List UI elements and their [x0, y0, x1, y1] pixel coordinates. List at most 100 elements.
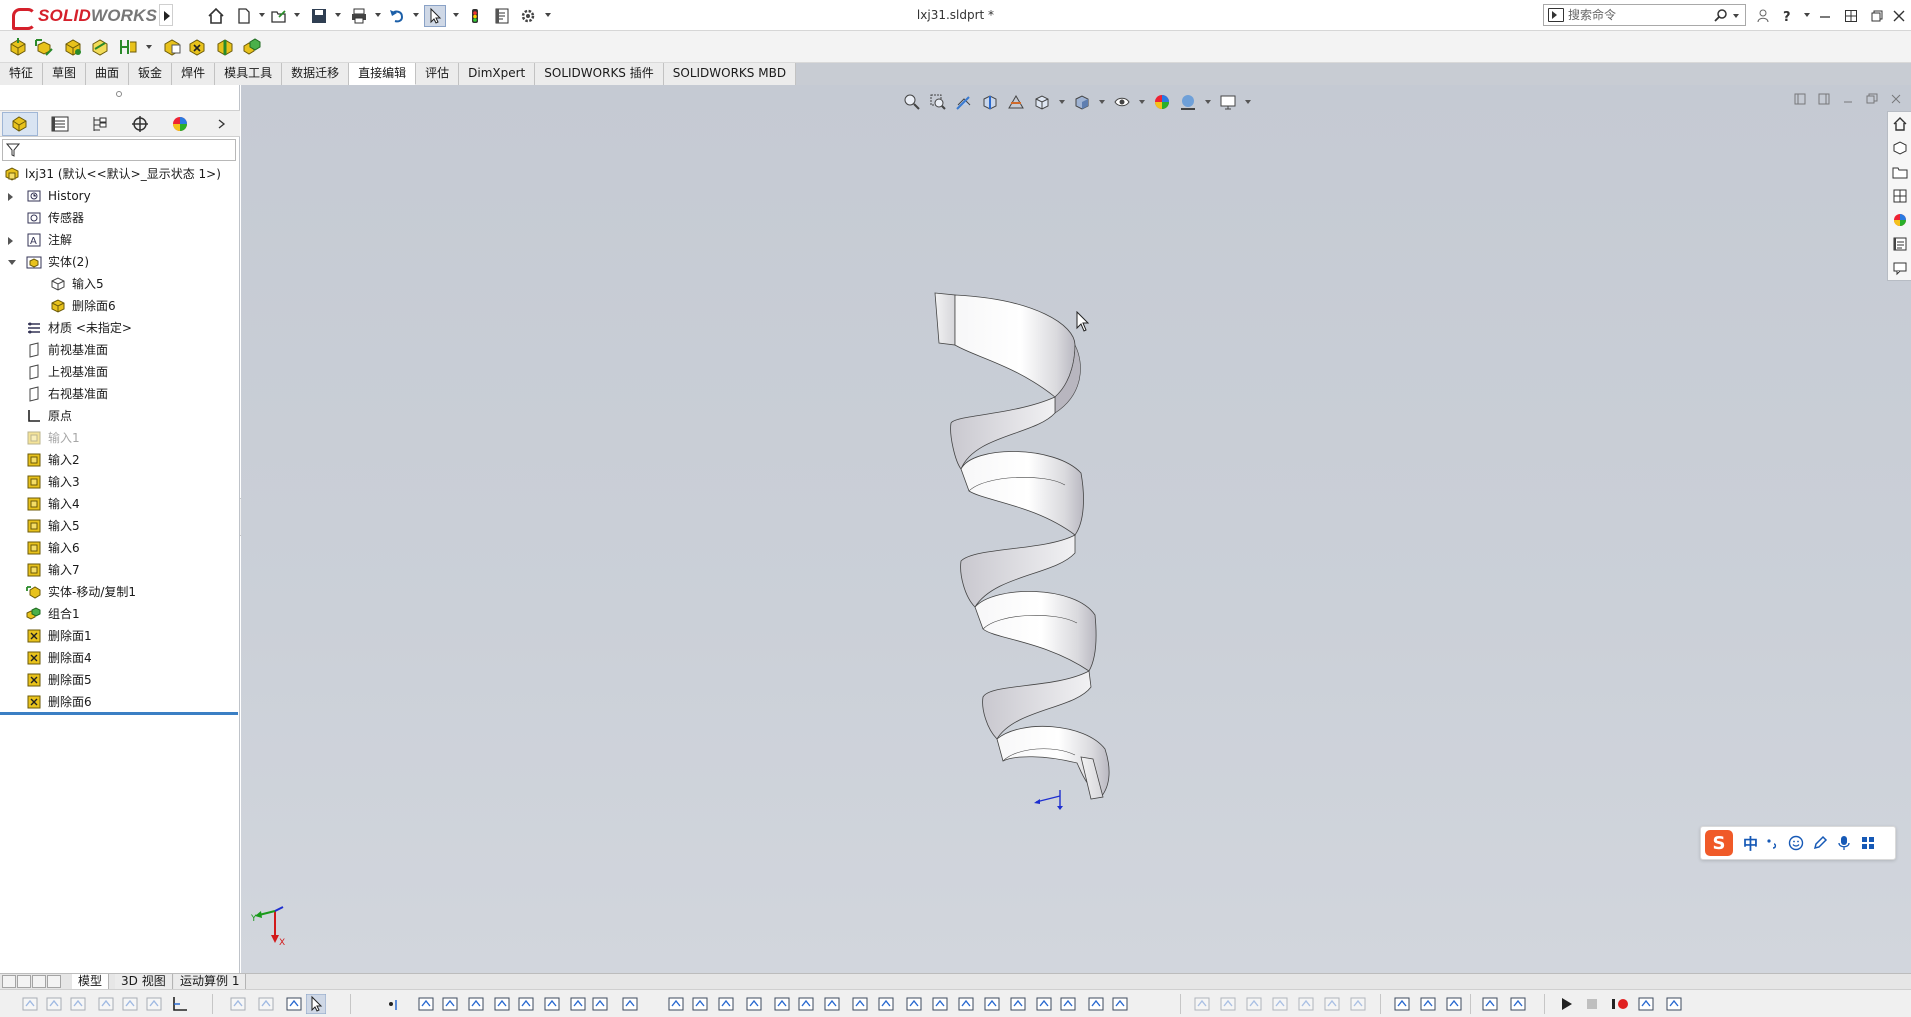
zoom-area-icon[interactable]	[772, 994, 792, 1014]
view-orientation-dropdown-icon[interactable]	[1059, 100, 1065, 104]
punctuation-icon[interactable]	[1762, 833, 1782, 853]
combine-body-icon[interactable]	[242, 37, 262, 57]
centerline-icon[interactable]	[96, 994, 116, 1014]
copy-4-icon[interactable]	[1270, 994, 1290, 1014]
viewport-minimize-icon[interactable]	[1839, 91, 1857, 107]
file-explorer-icon[interactable]	[1890, 162, 1910, 182]
construction-geometry-icon[interactable]	[120, 994, 140, 1014]
home-icon[interactable]	[205, 5, 227, 27]
tree-root[interactable]: lxj31 (默认<<默认>_显示状态 1>)	[0, 163, 240, 185]
next-tab-arrow-icon[interactable]	[32, 975, 46, 988]
emoji-icon[interactable]	[1786, 833, 1806, 853]
help-dropdown-icon[interactable]	[1804, 13, 1810, 17]
save-dropdown-icon[interactable]	[335, 13, 341, 17]
helix-part-model[interactable]	[925, 285, 1165, 815]
new-document-icon[interactable]	[233, 5, 255, 27]
tab-10[interactable]: SOLIDWORKS 插件	[535, 63, 664, 85]
tab-8[interactable]: 评估	[416, 63, 460, 85]
user-account-icon[interactable]	[1752, 5, 1774, 27]
filter-input[interactable]	[23, 141, 223, 159]
split-body-icon[interactable]	[118, 37, 138, 57]
arc-icon[interactable]	[850, 994, 870, 1014]
appearances-scenes-icon[interactable]	[1890, 210, 1910, 230]
dot-icon[interactable]	[568, 994, 588, 1014]
copy-2-icon[interactable]	[1218, 994, 1238, 1014]
viewport-restore-icon[interactable]	[1863, 91, 1881, 107]
play-icon[interactable]	[1556, 994, 1576, 1014]
close-icon[interactable]	[1888, 5, 1910, 27]
tree-item[interactable]: 删除面1	[0, 625, 240, 647]
grid-icon[interactable]	[690, 994, 710, 1014]
tree-item[interactable]: History	[0, 185, 240, 207]
sketch-chamfer-icon[interactable]	[1444, 994, 1464, 1014]
tab-7[interactable]: 直接编辑	[349, 63, 417, 85]
record-icon[interactable]	[1610, 994, 1630, 1014]
toolbox-grid-icon[interactable]	[1858, 833, 1878, 853]
file-properties-icon[interactable]	[491, 5, 513, 27]
tree-item[interactable]: A 注解	[0, 229, 240, 251]
previous-view-icon[interactable]	[953, 91, 975, 113]
display-style-icon[interactable]	[1071, 91, 1093, 113]
restore-icon[interactable]	[1866, 5, 1888, 27]
copy-3-icon[interactable]	[1244, 994, 1264, 1014]
viewport-tile-left-icon[interactable]	[1791, 91, 1809, 107]
tab-11[interactable]: SOLIDWORKS MBD	[663, 63, 797, 85]
tree-item[interactable]: 右视基准面	[0, 383, 240, 405]
solid-body-icon[interactable]	[63, 37, 83, 57]
cube-icon[interactable]	[492, 994, 512, 1014]
layer-1-icon[interactable]	[1480, 994, 1500, 1014]
sogou-ime-logo[interactable]: S	[1705, 830, 1733, 856]
previous-tab-arrow-icon[interactable]	[17, 975, 31, 988]
tree-item[interactable]: 实体(2)	[0, 251, 240, 273]
tab-2[interactable]: 曲面	[86, 63, 130, 85]
axis-icon[interactable]	[170, 994, 190, 1014]
dimension-icon[interactable]	[744, 994, 764, 1014]
angle-icon[interactable]	[716, 994, 736, 1014]
voice-input-icon[interactable]	[1834, 833, 1854, 853]
select-arrow-icon[interactable]	[306, 994, 326, 1014]
bottom-tab-2[interactable]: 运动算例 1	[174, 974, 247, 990]
tree-item[interactable]: 输入5	[0, 515, 240, 537]
split-dropdown-icon[interactable]	[146, 45, 152, 49]
macro-icon[interactable]	[1636, 994, 1656, 1014]
feature-filter[interactable]	[2, 139, 236, 161]
point-icon[interactable]	[384, 994, 404, 1014]
open-dropdown-icon[interactable]	[294, 13, 300, 17]
ruler-icon[interactable]	[876, 994, 896, 1014]
configuration-manager-tab[interactable]	[82, 112, 118, 136]
help-icon[interactable]: ?	[1776, 5, 1798, 27]
sketch-edit-icon[interactable]	[1392, 994, 1412, 1014]
view-settings-icon[interactable]	[1217, 91, 1239, 113]
snap-icon[interactable]	[1058, 994, 1078, 1014]
edit-macro-icon[interactable]	[1664, 994, 1684, 1014]
delete-face-tool-icon[interactable]	[162, 37, 182, 57]
expand-arrow-icon[interactable]	[8, 237, 13, 245]
spline-icon[interactable]	[516, 994, 536, 1014]
tree-item[interactable]: 删除面6	[0, 295, 240, 317]
layer-2-icon[interactable]	[1508, 994, 1528, 1014]
flag-icon[interactable]	[930, 994, 950, 1014]
tab-1[interactable]: 草图	[43, 63, 87, 85]
feature-manager-tab[interactable]	[2, 112, 38, 136]
tree-item[interactable]: 输入7	[0, 559, 240, 581]
circle-target-icon[interactable]	[666, 994, 686, 1014]
tree-item[interactable]: 上视基准面	[0, 361, 240, 383]
tree-item[interactable]: 删除面6	[0, 691, 240, 713]
tree-item[interactable]: 输入6	[0, 537, 240, 559]
print-icon[interactable]	[348, 5, 370, 27]
solidworks-logo[interactable]: SOLIDWORKS	[10, 5, 157, 30]
expand-arrow-icon[interactable]	[8, 193, 13, 201]
convert-icon[interactable]	[620, 994, 640, 1014]
tab-5[interactable]: 模具工具	[215, 63, 283, 85]
filter-edges-icon[interactable]	[284, 994, 304, 1014]
tree-item[interactable]: 实体-移动/复制1	[0, 581, 240, 603]
select-dropdown-icon[interactable]	[453, 13, 459, 17]
save-icon[interactable]	[308, 5, 330, 27]
replace-face-icon[interactable]	[215, 37, 235, 57]
move-copy-body-icon[interactable]	[34, 37, 54, 57]
tree-item[interactable]: 输入4	[0, 493, 240, 515]
bottom-tab-0[interactable]: 模型	[72, 974, 110, 990]
dimxpert-manager-tab[interactable]	[122, 112, 158, 136]
tree-item[interactable]: 传感器	[0, 207, 240, 229]
custom-properties-icon[interactable]	[1890, 234, 1910, 254]
